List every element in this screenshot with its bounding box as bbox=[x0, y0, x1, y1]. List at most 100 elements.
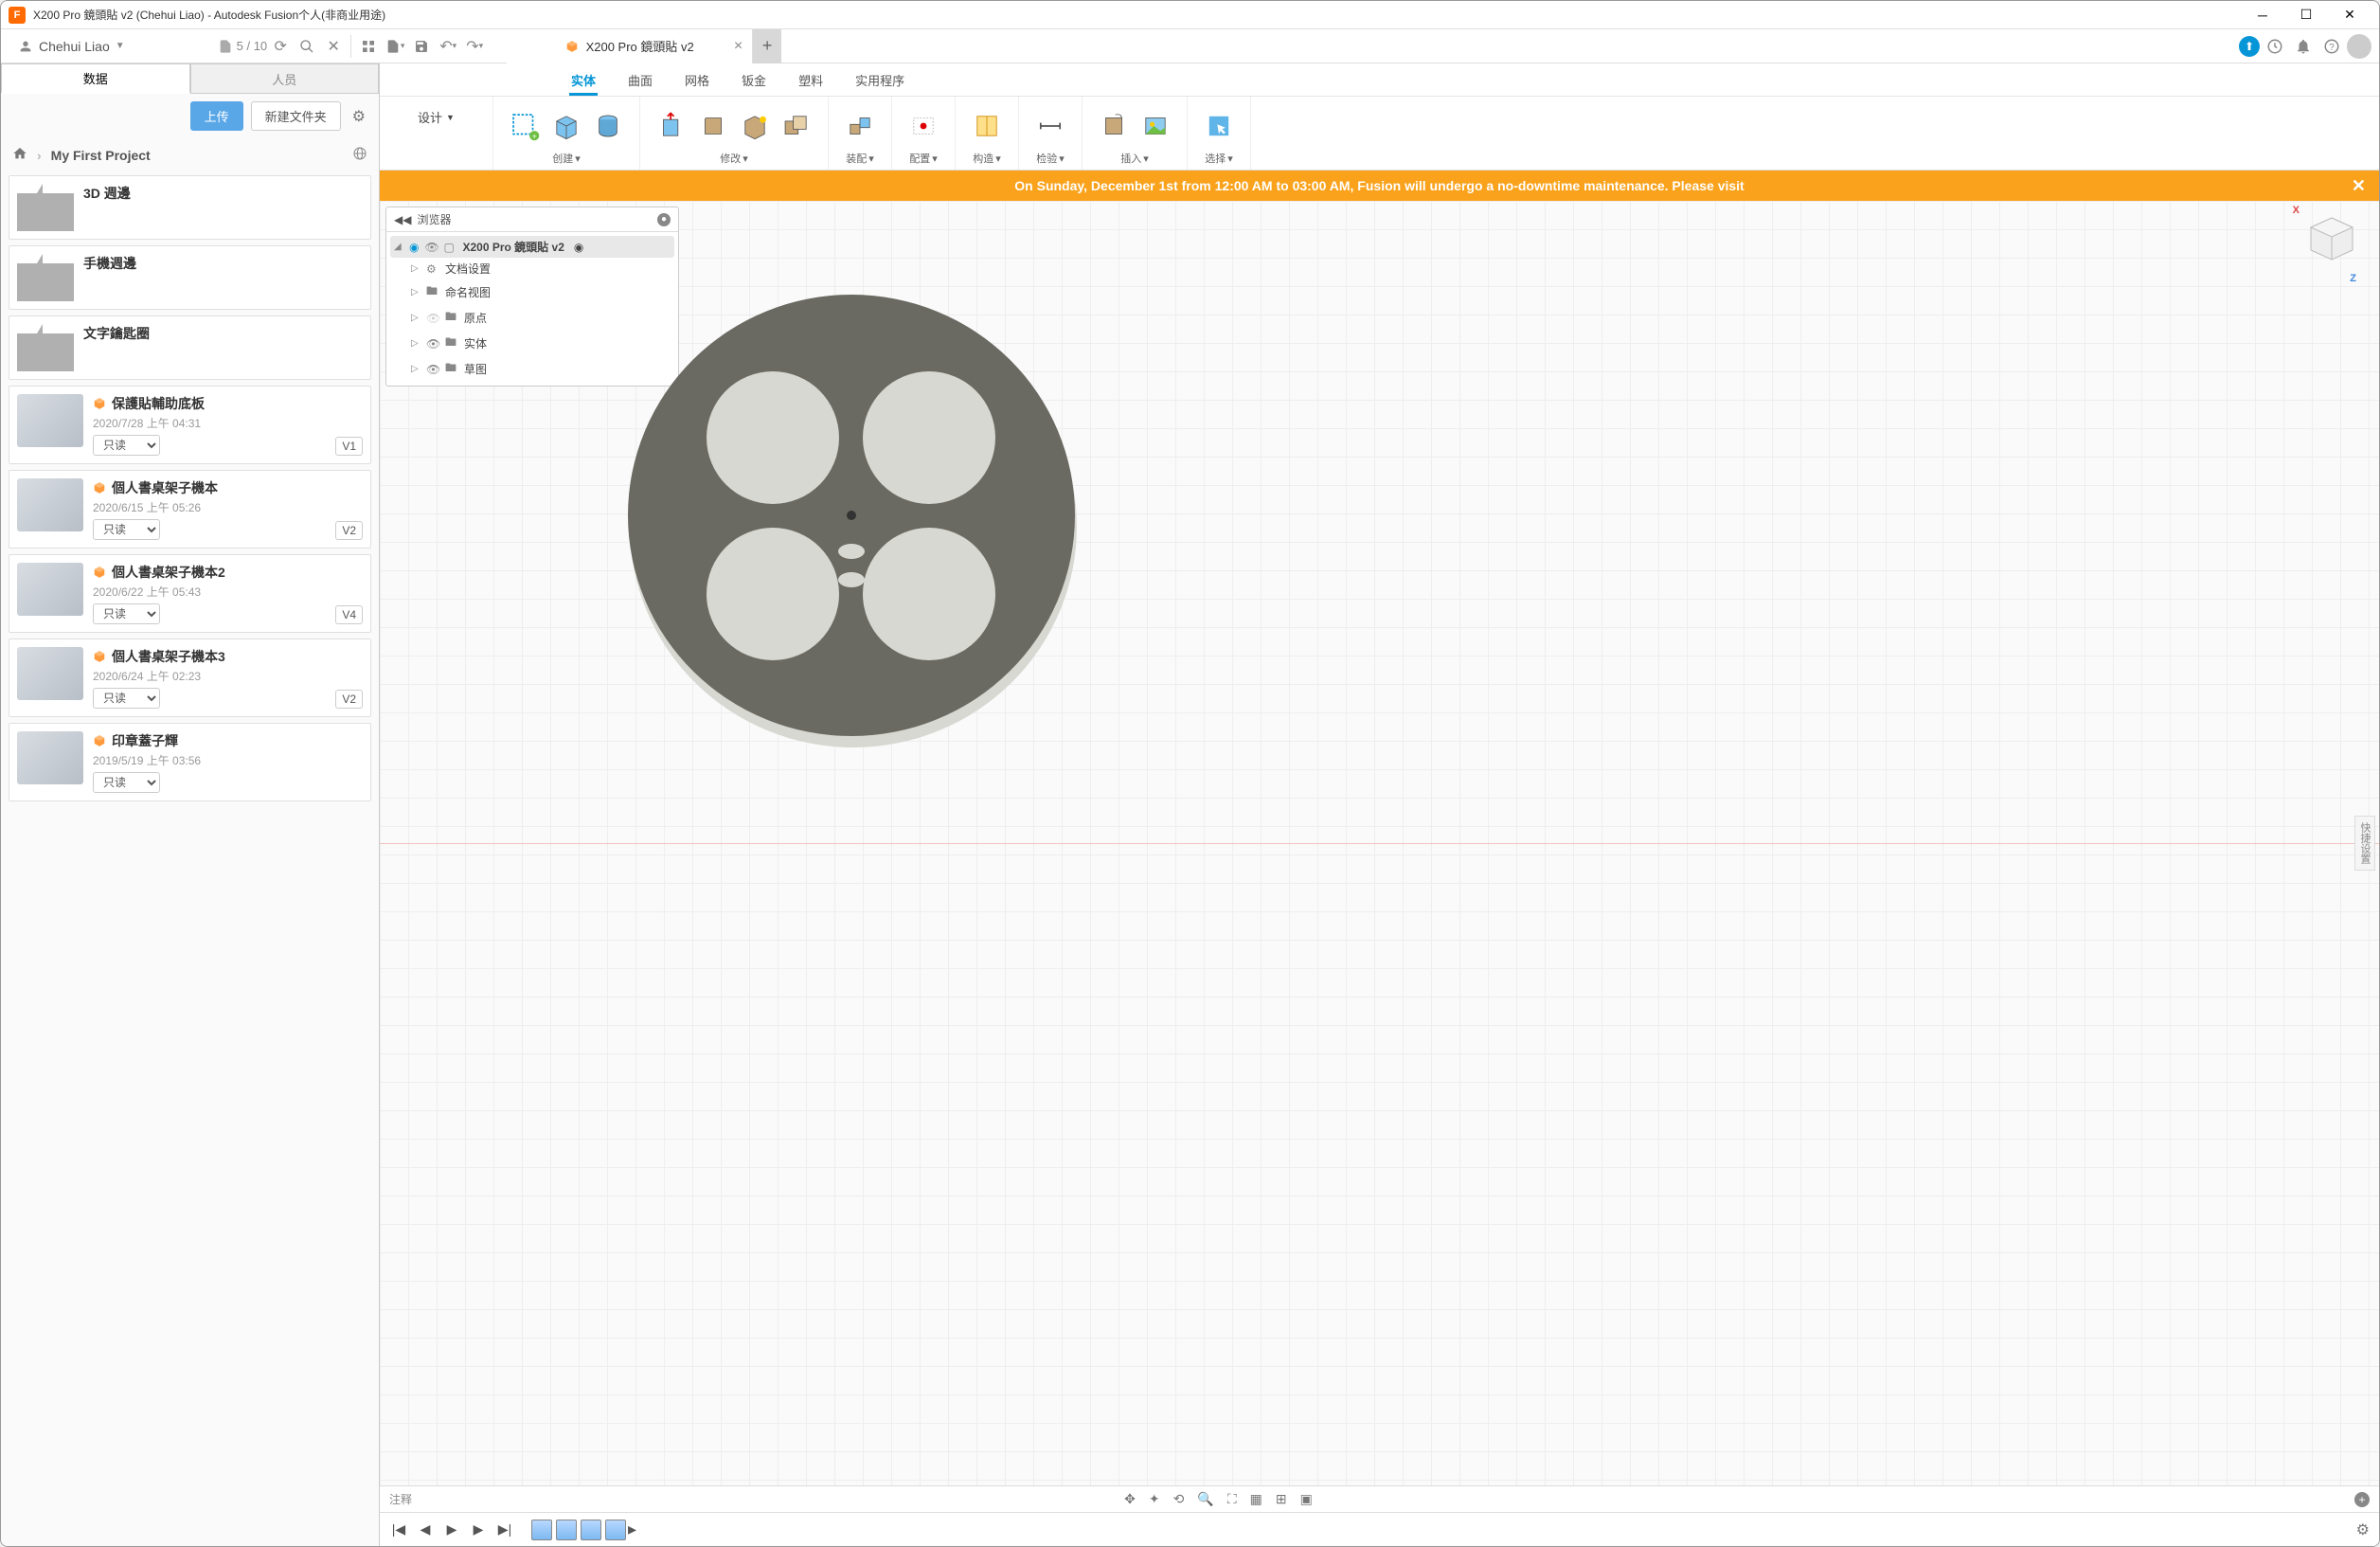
folder-item[interactable]: 手機週邊 bbox=[9, 245, 371, 310]
new-folder-button[interactable]: 新建文件夹 bbox=[251, 101, 341, 131]
tab-surface[interactable]: 曲面 bbox=[626, 67, 654, 96]
sketch-button[interactable]: + bbox=[507, 108, 543, 144]
folder-item[interactable]: 文字鑰匙圈 bbox=[9, 315, 371, 380]
display-button[interactable]: ▦ bbox=[1250, 1491, 1262, 1507]
timeline-start-button[interactable]: |◀ bbox=[389, 1521, 408, 1538]
access-select[interactable]: 只读 bbox=[93, 519, 160, 540]
press-pull-button[interactable] bbox=[653, 108, 689, 144]
timeline-playhead[interactable]: ▸ bbox=[628, 1520, 636, 1540]
access-select[interactable]: 只读 bbox=[93, 772, 160, 793]
cylinder-button[interactable] bbox=[590, 108, 626, 144]
eye-icon[interactable]: 👁 bbox=[426, 337, 439, 351]
group-inspect[interactable]: 检验 ▾ bbox=[1036, 151, 1065, 166]
access-select[interactable]: 只读 bbox=[93, 688, 160, 709]
version-select[interactable]: V2 bbox=[335, 690, 363, 709]
fit-button[interactable]: ⛶ bbox=[1227, 1491, 1237, 1507]
file-item[interactable]: 個人書桌架子機本2 2020/6/22 上午 05:43 只读 V4 bbox=[9, 554, 371, 633]
view-cube[interactable] bbox=[2303, 210, 2360, 267]
select-button[interactable] bbox=[1201, 108, 1237, 144]
home-icon[interactable] bbox=[12, 146, 27, 164]
new-file-button[interactable]: ▾ bbox=[382, 33, 408, 60]
shell-button[interactable] bbox=[737, 108, 773, 144]
access-select[interactable]: 只读 bbox=[93, 603, 160, 624]
tab-sheet[interactable]: 钣金 bbox=[740, 67, 768, 96]
workspace-switcher[interactable]: 设计 ▼ bbox=[403, 100, 470, 134]
group-create[interactable]: 创建 ▾ bbox=[552, 151, 581, 166]
folder-item[interactable]: 3D 週邊 bbox=[9, 175, 371, 240]
timeline-feature[interactable] bbox=[556, 1520, 577, 1540]
close-button[interactable]: ✕ bbox=[2328, 1, 2371, 29]
panel-settings-button[interactable]: ⚙ bbox=[349, 103, 369, 130]
grid-button[interactable] bbox=[355, 33, 382, 60]
look-button[interactable]: ⟲ bbox=[1173, 1491, 1185, 1507]
image-button[interactable] bbox=[1137, 108, 1173, 144]
file-item[interactable]: 保護貼輔助底板 2020/7/28 上午 04:31 只读 V1 bbox=[9, 386, 371, 464]
tab-plastic[interactable]: 塑料 bbox=[796, 67, 825, 96]
eye-icon[interactable]: 👁 bbox=[424, 241, 438, 254]
box-button[interactable] bbox=[548, 108, 584, 144]
maximize-button[interactable]: ☐ bbox=[2284, 1, 2328, 29]
timeline-feature[interactable] bbox=[531, 1520, 552, 1540]
save-button[interactable] bbox=[408, 33, 435, 60]
share-button[interactable] bbox=[352, 146, 367, 164]
upload-button[interactable]: 上传 bbox=[190, 101, 243, 131]
construct-button[interactable] bbox=[969, 108, 1005, 144]
search-button[interactable] bbox=[294, 33, 320, 60]
multi-view-button[interactable]: ▣ bbox=[1300, 1491, 1313, 1507]
version-select[interactable]: V4 bbox=[335, 605, 363, 624]
user-avatar[interactable] bbox=[2347, 34, 2371, 59]
undo-button[interactable]: ↶▾ bbox=[435, 33, 461, 60]
fillet-button[interactable] bbox=[695, 108, 731, 144]
version-select[interactable]: V2 bbox=[335, 521, 363, 540]
close-panel-button[interactable]: ✕ bbox=[320, 33, 347, 60]
file-item[interactable]: 印章蓋子輝 2019/5/19 上午 03:56 只读 bbox=[9, 723, 371, 801]
help-button[interactable]: ? bbox=[2318, 33, 2345, 60]
zoom-button[interactable]: 🔍 bbox=[1197, 1491, 1213, 1507]
clock-button[interactable] bbox=[2262, 33, 2288, 60]
group-assemble[interactable]: 装配 ▾ bbox=[846, 151, 874, 166]
group-modify[interactable]: 修改 ▾ bbox=[720, 151, 748, 166]
collapse-icon[interactable]: ◀◀ bbox=[394, 213, 411, 226]
minimize-button[interactable]: ─ bbox=[2241, 1, 2284, 29]
people-tab[interactable]: 人员 bbox=[190, 63, 380, 94]
eye-icon[interactable]: 👁 bbox=[426, 363, 439, 376]
close-tab-button[interactable]: × bbox=[734, 38, 743, 55]
breadcrumb-project[interactable]: My First Project bbox=[51, 148, 151, 163]
orbit-button[interactable]: ✥ bbox=[1124, 1491, 1136, 1507]
refresh-button[interactable]: ⟳ bbox=[267, 33, 294, 60]
grid-button[interactable]: ⊞ bbox=[1276, 1491, 1287, 1507]
group-configure[interactable]: 配置 ▾ bbox=[909, 151, 938, 166]
data-tab[interactable]: 数据 bbox=[1, 63, 190, 94]
tab-mesh[interactable]: 网格 bbox=[683, 67, 711, 96]
timeline-feature[interactable] bbox=[605, 1520, 626, 1540]
quick-settings-handle[interactable]: 快捷设置 bbox=[2354, 816, 2375, 871]
redo-button[interactable]: ↷▾ bbox=[461, 33, 488, 60]
timeline-next-button[interactable]: ▶ bbox=[469, 1521, 488, 1538]
file-item[interactable]: 個人書桌架子機本3 2020/6/24 上午 02:23 只读 V2 bbox=[9, 639, 371, 717]
add-tab-button[interactable]: + bbox=[753, 29, 781, 63]
version-select[interactable]: V1 bbox=[335, 437, 363, 456]
tab-solid[interactable]: 实体 bbox=[569, 67, 598, 96]
timeline-prev-button[interactable]: ◀ bbox=[416, 1521, 435, 1538]
timeline-settings-button[interactable]: ⚙ bbox=[2356, 1520, 2370, 1539]
tree-root[interactable]: ◢ ◉ 👁 ▢ X200 Pro 鏡頭貼 v2 ◉ bbox=[390, 236, 674, 258]
add-comment-button[interactable]: + bbox=[2354, 1492, 2370, 1507]
group-construct[interactable]: 构造 ▾ bbox=[973, 151, 1001, 166]
combine-button[interactable] bbox=[778, 108, 814, 144]
inspect-button[interactable] bbox=[1032, 108, 1068, 144]
notifications-button[interactable] bbox=[2290, 33, 2317, 60]
pan-button[interactable]: ✦ bbox=[1149, 1491, 1160, 1507]
timeline-play-button[interactable]: ▶ bbox=[442, 1521, 461, 1538]
canvas[interactable]: ◀◀ 浏览器 ● ◢ ◉ 👁 ▢ X200 Pro 鏡頭貼 v2 ◉ bbox=[380, 201, 2379, 1485]
group-select[interactable]: 选择 ▾ bbox=[1205, 151, 1233, 166]
extensions-button[interactable]: ⬆ bbox=[2239, 36, 2260, 57]
group-insert[interactable]: 插入 ▾ bbox=[1120, 151, 1149, 166]
configure-button[interactable] bbox=[905, 108, 941, 144]
banner-close-button[interactable]: ✕ bbox=[2352, 176, 2366, 196]
access-select[interactable]: 只读 bbox=[93, 435, 160, 456]
assemble-button[interactable] bbox=[842, 108, 878, 144]
user-menu[interactable]: Chehui Liao ▼ bbox=[10, 35, 133, 58]
document-tab[interactable]: X200 Pro 鏡頭貼 v2 × bbox=[507, 29, 753, 63]
eye-off-icon[interactable]: 👁 bbox=[426, 312, 439, 325]
browser-collapse-button[interactable]: ● bbox=[657, 213, 671, 226]
